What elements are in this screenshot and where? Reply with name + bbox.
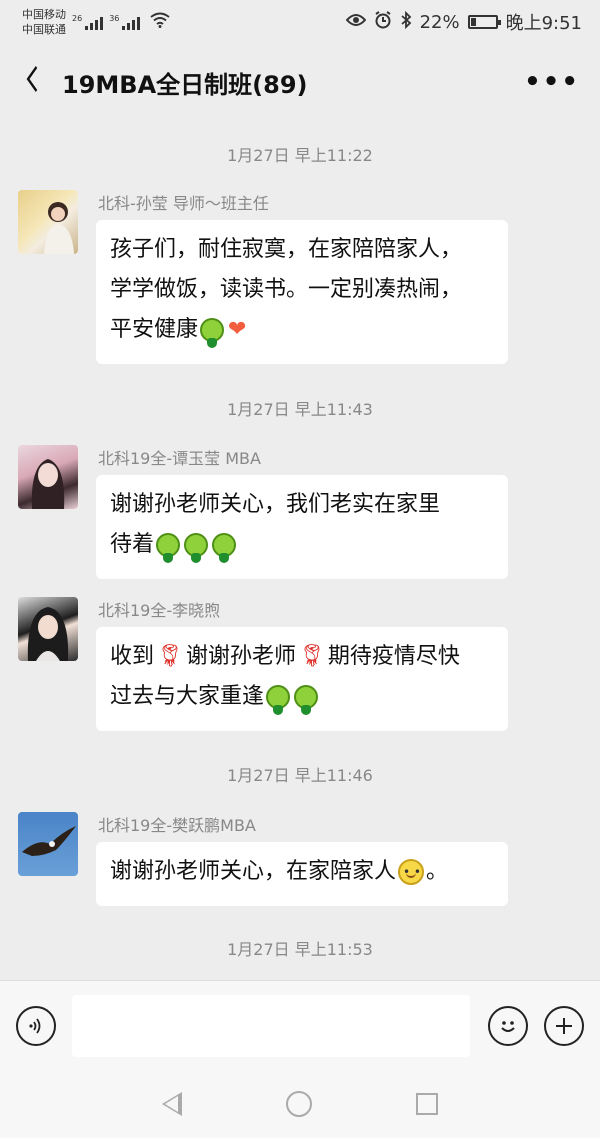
more-options-icon[interactable]: ••• [524, 67, 580, 97]
avatar[interactable] [18, 812, 78, 876]
status-bar: 中国移动 中国联通 26 36 22% 晚上9:51 [0, 0, 600, 44]
voice-icon[interactable] [16, 1005, 56, 1046]
message-bubble[interactable]: 孩子们，耐住寂寞，在家陪陪家人， 学学做饭，读读书。一定别凑热闹， 平安健康 ❤ [96, 220, 508, 364]
signal-2-icon: 36 [109, 14, 141, 30]
sender-name: 北科-孙莹 导师～班主任 [98, 194, 269, 213]
heart-emoji-icon: ❤ [228, 317, 247, 342]
avatar[interactable] [18, 445, 78, 509]
green-creature-emoji-icon [294, 685, 319, 715]
battery-icon [467, 15, 501, 29]
bluetooth-icon [400, 10, 412, 34]
eye-icon [345, 12, 366, 32]
message-text: 期待疫情尽快 [327, 644, 460, 669]
plus-icon[interactable] [544, 1005, 584, 1046]
message-line: 学学做饭，读读书。一定别凑热闹， [110, 277, 463, 302]
nav-home-icon[interactable] [286, 1091, 312, 1117]
message-text: 。 [426, 859, 449, 884]
green-creature-emoji-icon [156, 533, 181, 563]
back-arrow-icon[interactable] [26, 65, 54, 99]
green-creature-emoji-icon [200, 318, 225, 348]
message-bubble[interactable]: 收到🌹︎谢谢孙老师🌹︎期待疫情尽快 过去与大家重逢 [96, 627, 508, 731]
message-text: 平安健康 [110, 317, 199, 342]
sender-name: 北科19全-李晓煦 [98, 601, 221, 620]
green-creature-emoji-icon [212, 533, 237, 563]
message-text: 过去与大家重逢 [110, 684, 265, 709]
message-text: 谢谢孙老师 [185, 644, 296, 669]
message-bubble[interactable]: 谢谢孙老师关心，我们老实在家里 待着 [96, 475, 508, 579]
carrier-2: 中国联通 [22, 23, 66, 36]
message-item: 北科19全-李晓煦 收到🌹︎谢谢孙老师🌹︎期待疫情尽快 过去与大家重逢 [18, 597, 538, 732]
sender-name: 北科19全-谭玉莹 MBA [98, 449, 261, 468]
smile-emoji-icon [398, 852, 425, 892]
timestamp: 1月27日 早上11:43 [227, 400, 373, 419]
message-line: 谢谢孙老师关心，在家陪家人 。 [110, 852, 494, 892]
rose-emoji-icon: 🌹︎ [156, 644, 184, 669]
status-right: 22% 晚上9:51 [345, 9, 582, 35]
message-line: 谢谢孙老师关心，我们老实在家里 [110, 492, 441, 517]
message-text: 收到 [110, 644, 155, 669]
message-line: 过去与大家重逢 [110, 677, 494, 717]
battery-percent: 22% [419, 11, 460, 33]
alarm-icon [374, 10, 392, 34]
timestamp: 1月27日 早上11:46 [227, 766, 373, 785]
wifi-icon [150, 12, 170, 32]
message-bubble[interactable]: 谢谢孙老师关心，在家陪家人 。 [96, 842, 508, 906]
message-item: 北科19全-谭玉莹 MBA 谢谢孙老师关心，我们老实在家里 待着 [18, 445, 538, 580]
message-line: 孩子们，耐住寂寞，在家陪陪家人， [110, 237, 463, 262]
message-text: 待着 [110, 532, 155, 557]
input-bar [0, 980, 600, 1070]
message-input[interactable] [72, 994, 470, 1057]
nav-back-icon[interactable] [162, 1092, 182, 1116]
message-line: 待着 [110, 525, 494, 565]
system-nav-bar [0, 1070, 600, 1138]
message-item: 北科-孙莹 导师～班主任 孩子们，耐住寂寞，在家陪陪家人， 学学做饭，读读书。一… [18, 190, 538, 370]
message-line: 收到🌹︎谢谢孙老师🌹︎期待疫情尽快 [110, 637, 494, 677]
emoji-icon[interactable] [488, 1005, 528, 1046]
avatar[interactable] [18, 190, 78, 254]
carrier-1: 中国移动 [22, 8, 66, 21]
timestamp: 1月27日 早上11:53 [227, 940, 373, 959]
sender-name: 北科19全-樊跃鹏MBA [98, 816, 256, 835]
clock: 晚上9:51 [505, 13, 582, 34]
nav-recent-apps-icon[interactable] [416, 1093, 438, 1115]
message-text: 谢谢孙老师关心，在家陪家人 [110, 859, 397, 884]
chat-title: 19MBA全日制班(89) [62, 70, 308, 99]
timestamp: 1月27日 早上11:22 [227, 146, 373, 165]
message-line: 平安健康 ❤ [110, 310, 494, 350]
avatar[interactable] [18, 597, 78, 661]
chat-header: 19MBA全日制班(89) ••• [0, 44, 600, 120]
battery-fill [470, 18, 477, 26]
rose-emoji-icon: 🌹︎ [297, 644, 326, 669]
green-creature-emoji-icon [266, 685, 291, 715]
signal-1-icon: 26 [72, 14, 104, 30]
message-item: 北科19全-樊跃鹏MBA 谢谢孙老师关心，在家陪家人 。 [18, 812, 538, 907]
green-creature-emoji-icon [184, 533, 209, 563]
carrier-names: 中国移动 中国联通 [22, 7, 66, 37]
